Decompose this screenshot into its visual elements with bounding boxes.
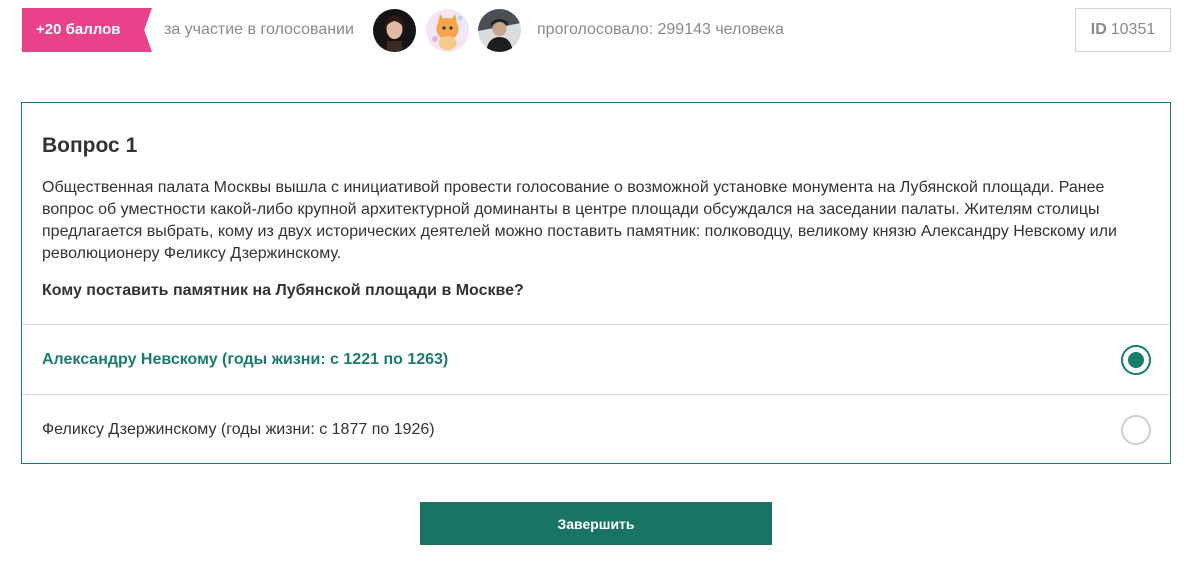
question-body: Вопрос 1 Общественная палата Москвы вышл…: [22, 103, 1170, 324]
radio-empty-icon[interactable]: [1121, 415, 1151, 445]
question-prompt: Кому поставить памятник на Лубянской пло…: [42, 282, 524, 299]
question-card: Вопрос 1 Общественная палата Москвы вышл…: [21, 102, 1171, 464]
question-description: Общественная палата Москвы вышла с иници…: [42, 179, 1117, 262]
poll-id-label: ID: [1090, 21, 1107, 38]
answer-option-label: Феликсу Дзержинскому (годы жизни: с 1877…: [42, 421, 435, 438]
avatar[interactable]: [373, 9, 416, 52]
avatar-cat-cartoon-icon: [426, 9, 469, 52]
answer-option-label: Александру Невскому (годы жизни: с 1221 …: [42, 351, 449, 368]
poll-id-box: ID 10351: [1075, 8, 1171, 52]
avatar-girl-icon: [373, 9, 416, 52]
voters-count: проголосовало: 299143 человека: [537, 21, 784, 38]
poll-id-value: 10351: [1110, 21, 1156, 38]
avatar[interactable]: [478, 9, 521, 52]
finish-button[interactable]: Завершить: [420, 502, 772, 545]
question-title: Вопрос 1: [42, 134, 138, 157]
points-caption: за участие в голосовании: [164, 21, 354, 38]
radio-selected-icon[interactable]: [1121, 345, 1151, 375]
points-badge: +20 баллов: [22, 8, 152, 52]
answer-option-nevsky[interactable]: Александру Невскому (годы жизни: с 1221 …: [22, 324, 1170, 394]
answer-option-dzerzhinsky[interactable]: Феликсу Дзержинскому (годы жизни: с 1877…: [22, 394, 1170, 464]
avatar[interactable]: [426, 9, 469, 52]
avatar-man-winter-icon: [478, 9, 521, 52]
vote-info-bar: +20 баллов за участие в голосовании прог…: [0, 0, 1200, 60]
